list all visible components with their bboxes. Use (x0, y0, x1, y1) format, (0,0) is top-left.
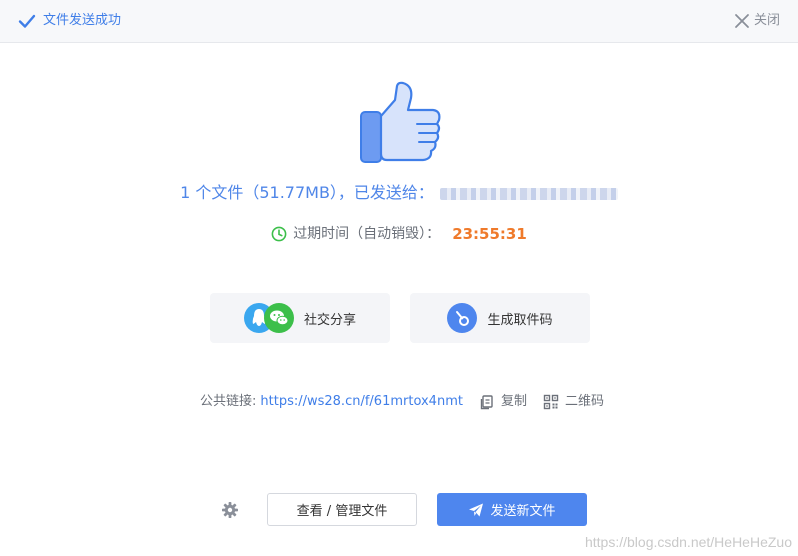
manage-files-button[interactable]: 查看 / 管理文件 (267, 493, 417, 526)
generate-code-label[interactable]: 生成取件码 (487, 309, 552, 328)
expire-row: 过期时间（自动销毁）： 23:55:31 (0, 224, 798, 244)
close-button[interactable]: 关闭 (734, 11, 780, 31)
social-icons (243, 302, 294, 334)
public-link-row: 公共链接: https://ws28.cn/f/61mrtox4nmt 复制 二… (200, 392, 604, 412)
qrcode-icon[interactable] (543, 394, 559, 410)
send-summary-text: 1 个文件（51.77MB），已发送给： (180, 183, 434, 202)
paper-plane-icon[interactable] (468, 502, 484, 518)
thumbs-up-icon (360, 81, 441, 163)
manage-files-label[interactable]: 查看 / 管理文件 (297, 500, 388, 519)
check-icon (18, 14, 36, 28)
watermark: https://blog.csdn.net/HeHeHeZuo (584, 534, 792, 550)
dialog-header: 文件发送成功 关闭 (0, 0, 798, 43)
recipient-redacted (439, 187, 618, 200)
send-new-file-button[interactable]: 发送新文件 (437, 493, 587, 526)
dialog-title: 文件发送成功 (43, 13, 122, 28)
qrcode-label[interactable]: 二维码 (565, 392, 604, 412)
expire-label: 过期时间（自动销毁）： (293, 226, 441, 242)
clock-icon (271, 226, 287, 242)
gear-icon[interactable] (221, 501, 239, 519)
copy-button[interactable]: 复制 (479, 392, 527, 412)
generate-code-button[interactable]: 生成取件码 (410, 293, 590, 343)
wechat-icon (263, 303, 294, 333)
public-link-label: 公共链接: (200, 394, 257, 409)
social-share-button[interactable]: 社交分享 (210, 293, 390, 343)
close-icon[interactable] (734, 13, 750, 29)
pickup-code-icon (447, 303, 478, 333)
qrcode-button[interactable]: 二维码 (543, 392, 604, 412)
copy-icon[interactable] (479, 394, 495, 410)
close-label[interactable]: 关闭 (754, 11, 780, 31)
send-summary: 1 个文件（51.77MB），已发送给： (0, 181, 798, 205)
social-share-label[interactable]: 社交分享 (304, 309, 356, 328)
header-title-group: 文件发送成功 (18, 11, 121, 31)
copy-label[interactable]: 复制 (501, 392, 527, 412)
public-link-url[interactable]: https://ws28.cn/f/61mrtox4nmt (260, 392, 463, 412)
expire-countdown: 23:55:31 (452, 225, 527, 243)
send-new-file-label[interactable]: 发送新文件 (490, 500, 555, 519)
